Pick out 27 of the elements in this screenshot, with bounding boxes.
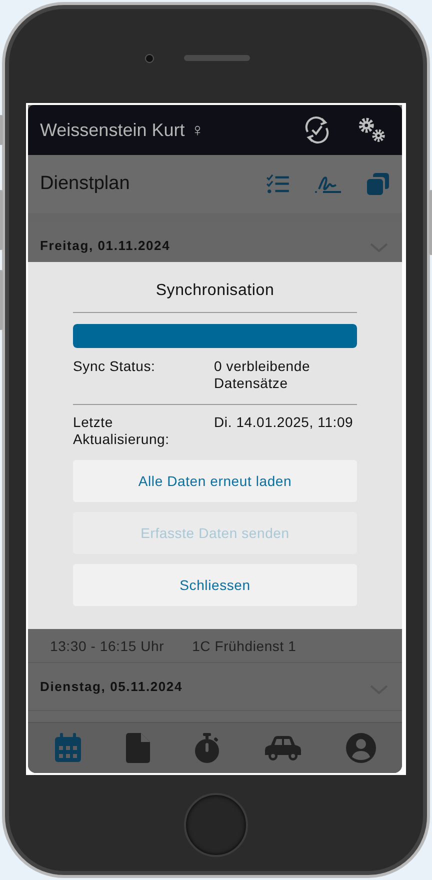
car-icon[interactable] [264, 735, 302, 761]
shift-name: 1C Frühdienst 1 [192, 638, 296, 654]
dialog-button[interactable]: Alle Daten erneut laden [73, 460, 357, 502]
day-date: Dienstag, 05.11.2024 [40, 679, 182, 694]
info-value: 0 verbleibende Datensätze [214, 358, 312, 392]
user-name: Weissenstein Kurt [40, 120, 185, 140]
account-icon[interactable] [346, 733, 376, 763]
info-label: Sync Status: [73, 358, 156, 376]
page-title: Dienstplan [40, 173, 130, 195]
copy-icon[interactable] [366, 172, 390, 196]
camera-icon [145, 54, 154, 63]
stopwatch-icon[interactable] [194, 733, 220, 763]
dialog-title: Synchronisation [154, 282, 276, 300]
gender-symbol: ♀ [190, 120, 204, 140]
document-icon[interactable] [126, 733, 150, 763]
speaker-grille [184, 55, 250, 61]
info-value: Di. 14.01.2025, 11:09 [214, 414, 354, 432]
shift-row[interactable]: 13:30 - 16:15 Uhr 1C Frühdienst 1 [28, 629, 402, 663]
settings-icon[interactable] [356, 116, 388, 144]
dialog-button[interactable]: Schliessen [73, 564, 357, 606]
signature-icon[interactable] [314, 174, 342, 194]
checklist-icon[interactable] [266, 174, 290, 194]
info-label: Letzte Aktualisierung: [73, 414, 170, 448]
day-header[interactable]: Dienstag, 05.11.2024 [28, 663, 402, 711]
calendar-icon[interactable] [54, 733, 82, 763]
shift-time: 13:30 - 16:15 Uhr [50, 638, 164, 654]
day-date: Freitag, 01.11.2024 [40, 238, 170, 252]
